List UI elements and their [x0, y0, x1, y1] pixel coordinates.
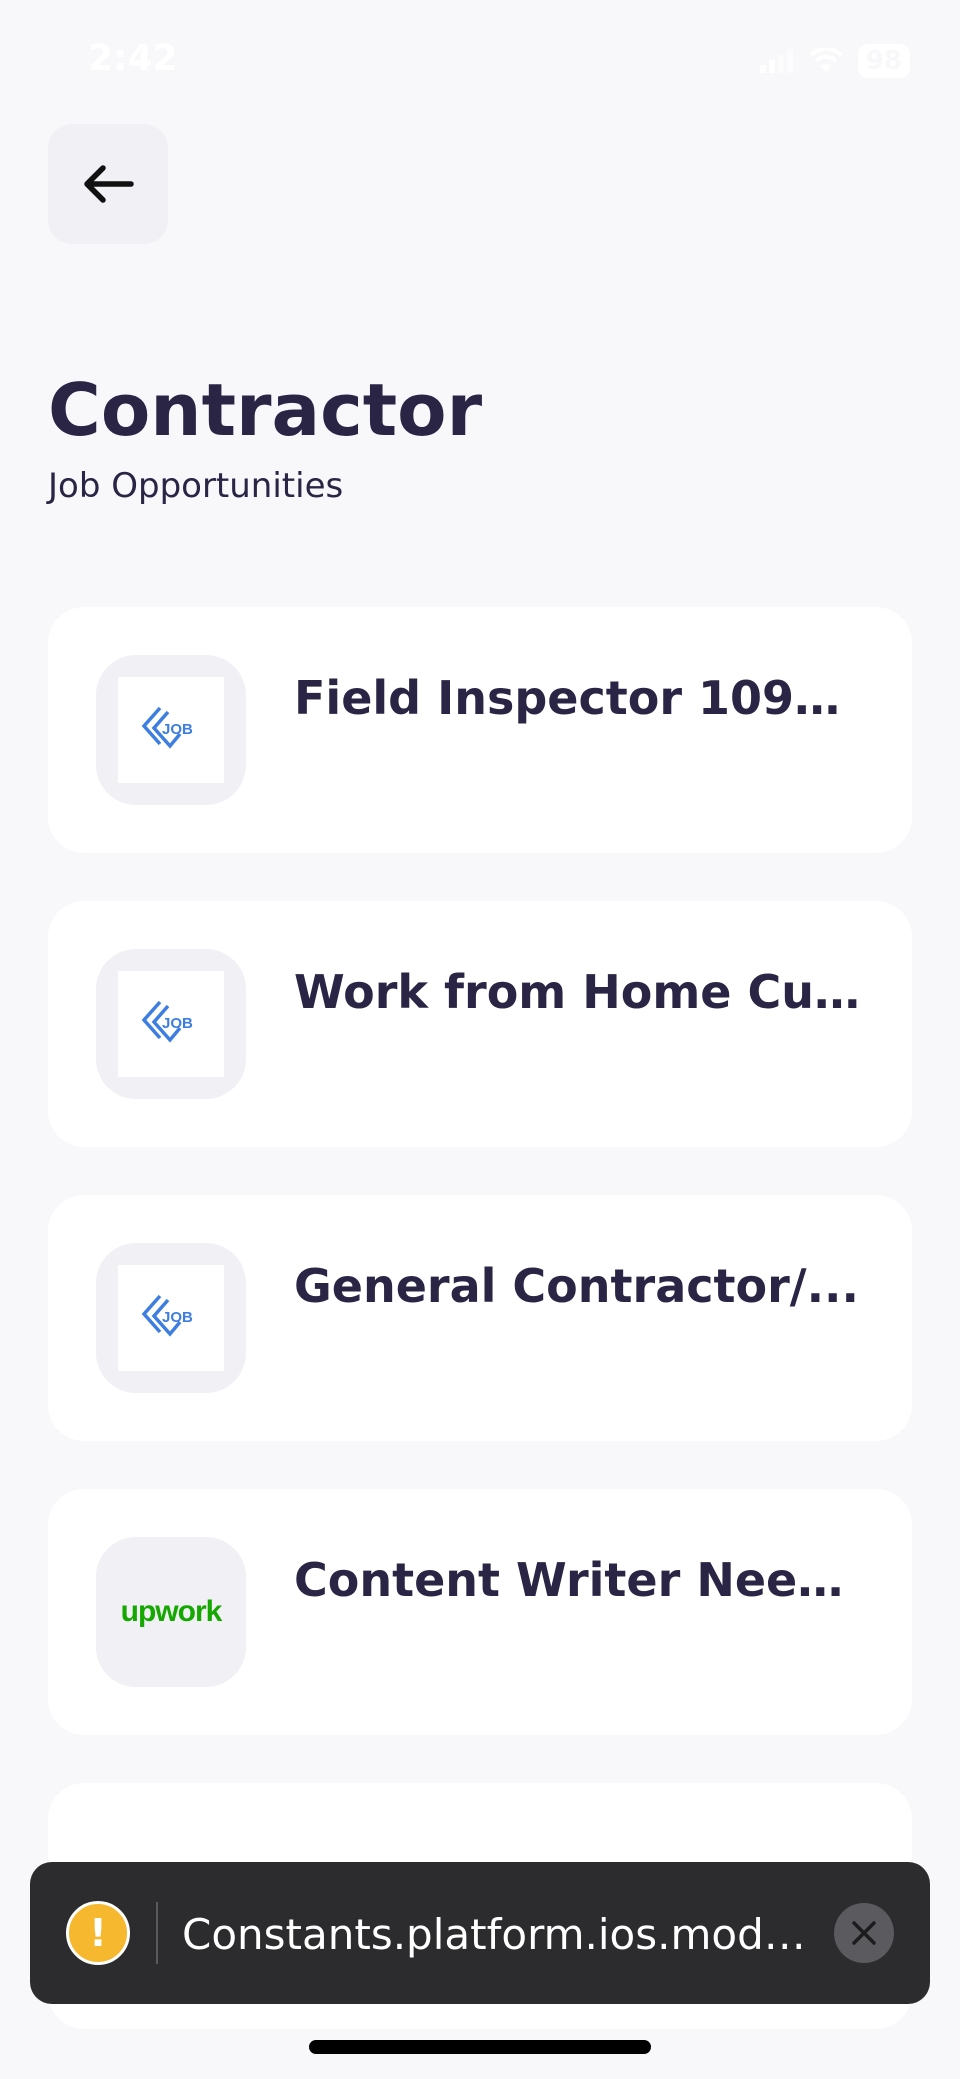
job-logo-inner: JOB: [118, 1265, 224, 1371]
job-logo-icon: JOB: [141, 1000, 193, 1043]
job-logo-inner: JOB: [118, 971, 224, 1077]
page-title: Contractor: [48, 368, 483, 452]
toast-message: Constants.platform.ios.model...: [182, 1910, 822, 1959]
job-logo: JOB: [96, 1243, 246, 1393]
svg-text:JOB: JOB: [162, 721, 193, 738]
page-subtitle: Job Opportunities: [48, 466, 344, 506]
job-card[interactable]: JOB Field Inspector 1099...: [48, 607, 912, 853]
close-button[interactable]: [834, 1903, 894, 1963]
svg-text:JOB: JOB: [162, 1309, 193, 1326]
job-logo-inner: JOB: [118, 677, 224, 783]
status-time: 2:42: [88, 38, 178, 79]
signal-icon: [759, 49, 793, 73]
job-logo-icon: JOB: [141, 1294, 193, 1337]
svg-text:JOB: JOB: [162, 1015, 193, 1032]
status-bar: 2:42 98: [0, 0, 960, 120]
job-logo-icon: JOB: [141, 706, 193, 749]
error-toast: ! Constants.platform.ios.model...: [30, 1862, 930, 2004]
job-card[interactable]: upwork Content Writer Need...: [48, 1489, 912, 1735]
battery-icon: 98: [857, 44, 910, 78]
toast-divider: [156, 1902, 158, 1964]
screen: 2:42 98 Contractor Job Opportunities JOB…: [0, 0, 960, 2079]
upwork-logo: upwork: [96, 1537, 246, 1687]
job-title: Work from Home Cu...: [294, 965, 864, 1019]
job-card[interactable]: JOB Work from Home Cu...: [48, 901, 912, 1147]
close-icon: [852, 1921, 876, 1945]
home-indicator: [309, 2040, 651, 2054]
back-button[interactable]: [48, 124, 168, 244]
status-icons: 98: [759, 44, 910, 78]
job-title: General Contractor/...: [294, 1259, 860, 1313]
job-logo: JOB: [96, 655, 246, 805]
job-card[interactable]: JOB General Contractor/...: [48, 1195, 912, 1441]
arrow-left-icon: [84, 165, 134, 203]
warning-icon: !: [66, 1901, 130, 1965]
job-title: Content Writer Need...: [294, 1553, 864, 1607]
job-title: Field Inspector 1099...: [294, 671, 864, 725]
wifi-icon: [809, 48, 843, 72]
job-logo: JOB: [96, 949, 246, 1099]
upwork-logo-text: upwork: [120, 1595, 223, 1628]
job-list: JOB Field Inspector 1099... JOB Work fro…: [48, 607, 912, 2077]
